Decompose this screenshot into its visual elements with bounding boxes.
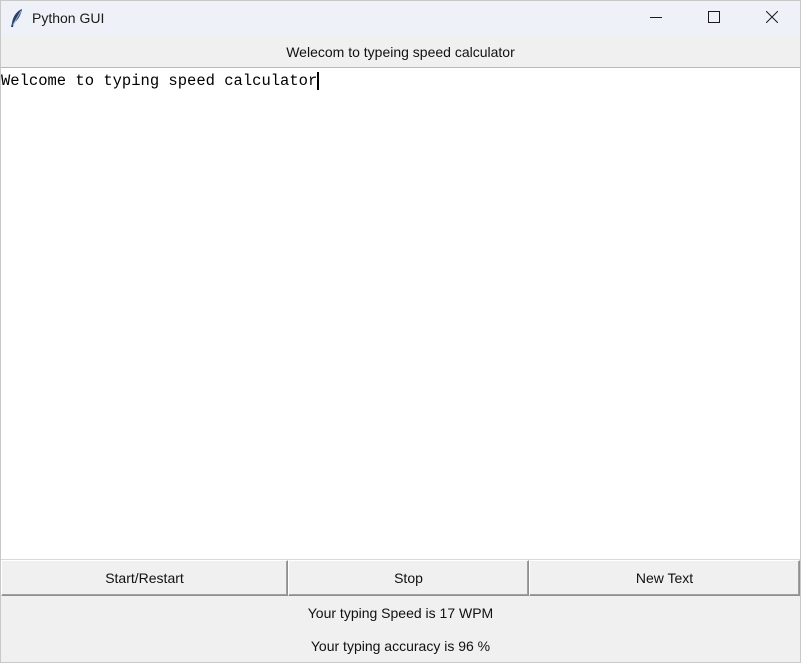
maximize-button[interactable]: [685, 1, 743, 36]
typing-text-line: Welcome to typing speed calculator: [1, 72, 320, 90]
start-restart-button[interactable]: Start/Restart: [1, 560, 288, 596]
app-window: Python GUI Welecom to typeing speed calc…: [0, 0, 801, 663]
window-title: Python GUI: [32, 10, 105, 26]
title-bar[interactable]: Python GUI: [1, 1, 800, 36]
close-icon: [765, 10, 779, 28]
typing-accuracy-label: Your typing accuracy is 96 %: [310, 638, 491, 654]
typing-text: Welcome to typing speed calculator: [1, 72, 318, 90]
text-caret: [317, 72, 320, 90]
typing-text-area[interactable]: Welcome to typing speed calculator: [1, 68, 800, 560]
close-button[interactable]: [743, 1, 800, 36]
minimize-button[interactable]: [627, 1, 685, 36]
typing-speed-label: Your typing Speed is 17 WPM: [307, 605, 494, 621]
maximize-icon: [708, 10, 720, 28]
header-label: Welecom to typeing speed calculator: [1, 36, 800, 68]
new-text-button[interactable]: New Text: [529, 560, 800, 596]
feather-icon: [9, 8, 25, 28]
minimize-icon: [650, 10, 662, 28]
stop-button[interactable]: Stop: [288, 560, 529, 596]
